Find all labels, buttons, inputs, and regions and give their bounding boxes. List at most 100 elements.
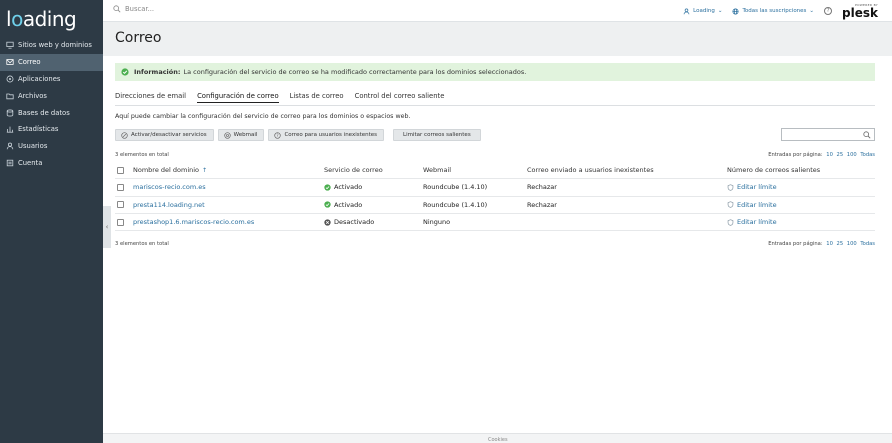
alert-text: La configuración del servicio de correo … xyxy=(183,68,527,76)
edit-limit-link[interactable]: Editar límite xyxy=(727,218,875,226)
top-bar: Buscar... Loading ⌄ Todas las suscripcio… xyxy=(103,0,892,22)
webmail-icon xyxy=(224,131,231,139)
chevron-left-icon: ‹ xyxy=(105,223,109,231)
logo-accent-letter: o xyxy=(11,7,23,31)
help-icon[interactable]: ? xyxy=(824,7,833,15)
header-webmail: Webmail xyxy=(423,166,452,175)
table-row: mariscos-recio.com.es Activado Roundcube… xyxy=(115,179,875,197)
mail-service-status: Activado xyxy=(324,201,423,209)
per-page-25[interactable]: 25 xyxy=(837,152,844,158)
check-circle-icon xyxy=(324,201,331,208)
row-checkbox[interactable] xyxy=(117,218,124,226)
table-search-input[interactable] xyxy=(781,128,875,141)
page-title: Correo xyxy=(115,30,162,46)
per-page-all[interactable]: Todas xyxy=(860,152,875,158)
tab-control-correo-saliente[interactable]: Control del correo saliente xyxy=(355,89,445,103)
per-page-label: Entradas por página: xyxy=(768,241,823,247)
domain-link[interactable]: mariscos-recio.com.es xyxy=(133,183,324,191)
sidebar-collapse-handle[interactable]: ‹ xyxy=(103,206,111,248)
button-label: Webmail xyxy=(233,132,258,138)
per-page-10[interactable]: 10 xyxy=(826,241,833,247)
sidebar-item-label: Bases de datos xyxy=(18,108,70,117)
globe-icon xyxy=(732,7,739,15)
account-icon xyxy=(6,159,14,167)
sidebar-item-archivos[interactable]: Archivos xyxy=(0,87,103,104)
global-search[interactable]: Buscar... xyxy=(113,5,154,13)
table-header: Nombre del dominio ↑ Servicio de correo W… xyxy=(115,162,875,180)
edit-limit-link[interactable]: Editar límite xyxy=(727,183,875,191)
per-page-25[interactable]: 25 xyxy=(837,241,844,247)
question-icon: ? xyxy=(274,131,282,139)
search-icon xyxy=(113,5,121,13)
tab-listas-correo[interactable]: Listas de correo xyxy=(290,89,344,103)
page-header: Correo xyxy=(103,22,892,56)
sidebar-item-label: Correo xyxy=(18,58,41,67)
button-label: Limitar correos salientes xyxy=(403,132,471,138)
per-page-100[interactable]: 100 xyxy=(847,241,857,247)
mail-service-status: Desactivado xyxy=(324,218,423,226)
logo[interactable]: loading xyxy=(6,6,77,32)
shield-icon xyxy=(727,218,734,226)
header-nonexistent: Correo enviado a usuarios inexistentes xyxy=(527,166,654,175)
button-label: Activar/desactivar servicios xyxy=(131,132,207,138)
select-all-checkbox[interactable] xyxy=(117,166,124,174)
webmail-value: Roundcube (1.4.10) xyxy=(423,183,488,192)
webmail-value: Ninguno xyxy=(423,218,451,227)
mail-service-status: Activado xyxy=(324,183,423,191)
row-checkbox[interactable] xyxy=(117,183,124,191)
nonexistent-value: Rechazar xyxy=(527,183,557,192)
sidebar-item-label: Usuarios xyxy=(18,142,48,151)
per-page-all[interactable]: Todas xyxy=(860,241,875,247)
plesk-logo: POWERED BY plesk xyxy=(842,3,878,19)
sidebar-item-cuenta[interactable]: Cuenta xyxy=(0,155,103,172)
sidebar-item-usuarios[interactable]: Usuarios xyxy=(0,138,103,155)
sidebar-item-bases-datos[interactable]: Bases de datos xyxy=(0,104,103,121)
sidebar-item-label: Sitios web y dominios xyxy=(18,41,92,50)
sidebar-item-sitios[interactable]: Sitios web y dominios xyxy=(0,37,103,54)
check-circle-icon xyxy=(121,68,129,76)
mail-icon xyxy=(6,58,14,66)
webmail-value: Roundcube (1.4.10) xyxy=(423,200,488,209)
domains-table: Nombre del dominio ↑ Servicio de correo W… xyxy=(115,162,875,232)
header-domain[interactable]: Nombre del dominio ↑ xyxy=(133,166,324,174)
nonexistent-users-button[interactable]: ? Correo para usuarios inexistentes xyxy=(268,129,385,141)
per-page-bottom: Entradas por página: 10 25 100 Todas xyxy=(768,241,875,247)
toggle-services-button[interactable]: Activar/desactivar servicios xyxy=(115,129,214,141)
per-page-100[interactable]: 100 xyxy=(847,152,857,158)
x-circle-icon xyxy=(324,218,331,226)
folder-icon xyxy=(6,92,14,100)
items-count-top: 3 elementos en total xyxy=(115,152,169,158)
tab-configuracion-correo[interactable]: Configuración de correo xyxy=(197,89,279,103)
alert-label: Información: xyxy=(134,68,181,76)
footer-cookies-link[interactable]: Cookies xyxy=(488,437,508,443)
limit-outgoing-button[interactable]: Limitar correos salientes xyxy=(393,129,481,141)
nonexistent-value: Rechazar xyxy=(527,200,557,209)
success-alert: Información: La configuración del servic… xyxy=(115,63,875,81)
sidebar-item-label: Archivos xyxy=(18,91,47,100)
stats-icon xyxy=(6,125,14,133)
domain-link[interactable]: presta114.loading.net xyxy=(133,201,324,209)
sidebar-item-aplicaciones[interactable]: Aplicaciones xyxy=(0,71,103,88)
subscriptions-menu[interactable]: Todas las suscripciones ⌄ xyxy=(732,7,815,15)
header-mail-service: Servicio de correo xyxy=(324,166,383,175)
logo-text-after: ading xyxy=(22,7,77,31)
search-icon xyxy=(863,131,871,139)
sidebar-item-estadisticas[interactable]: Estadísticas xyxy=(0,121,103,138)
database-icon xyxy=(6,109,14,117)
sort-asc-icon: ↑ xyxy=(202,166,208,174)
tabs: Direcciones de email Configuración de co… xyxy=(115,89,444,105)
svg-text:?: ? xyxy=(277,133,279,138)
chevron-down-icon: ⌄ xyxy=(809,8,815,14)
edit-limit-link[interactable]: Editar límite xyxy=(727,201,875,209)
webmail-button[interactable]: Webmail xyxy=(217,129,265,141)
check-circle-icon xyxy=(324,184,331,191)
search-placeholder: Buscar... xyxy=(125,5,155,13)
user-menu[interactable]: Loading ⌄ xyxy=(683,8,722,15)
row-checkbox[interactable] xyxy=(117,201,124,209)
sidebar-item-correo[interactable]: Correo xyxy=(0,53,103,71)
apps-icon xyxy=(6,75,14,83)
table-row: presta114.loading.net Activado Roundcube… xyxy=(115,197,875,214)
per-page-10[interactable]: 10 xyxy=(826,152,833,158)
tab-direcciones-email[interactable]: Direcciones de email xyxy=(115,89,186,103)
domain-link[interactable]: prestashop1.6.mariscos-recio.com.es xyxy=(133,218,324,226)
